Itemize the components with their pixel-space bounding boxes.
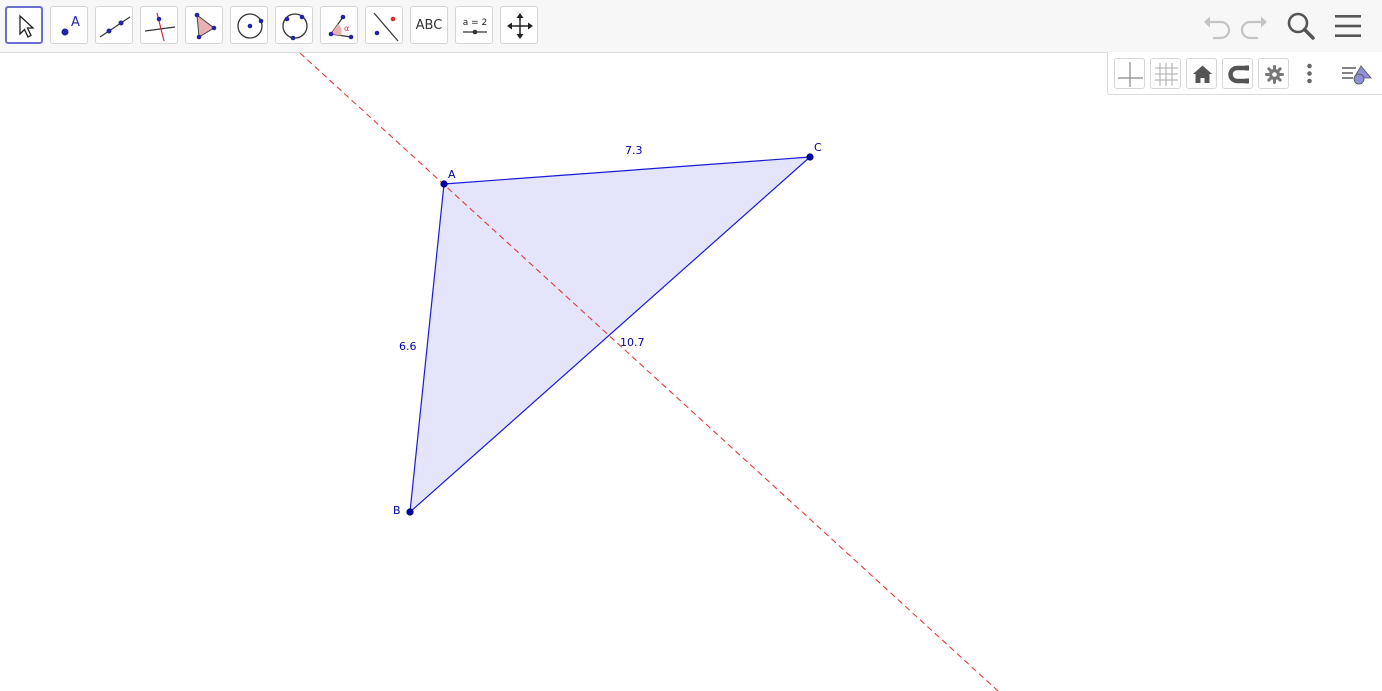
- perpendicular-bisector-line[interactable]: [299, 53, 999, 691]
- grid-icon: [1155, 63, 1178, 86]
- standard-view-button[interactable]: [1186, 58, 1217, 89]
- move-tool-button[interactable]: [5, 6, 43, 44]
- slider-tool-label: a = 2: [463, 18, 488, 28]
- cursor-arrow-icon: [19, 14, 35, 38]
- circle-center-icon: [237, 13, 264, 39]
- search-icon: [1287, 12, 1315, 40]
- point-tool-glyph: A: [71, 15, 80, 30]
- toggle-axes-button[interactable]: [1114, 58, 1145, 89]
- more-vertical-icon: [1307, 63, 1312, 84]
- main-menu-button[interactable]: [1330, 8, 1366, 44]
- slider-icon: a = 2: [463, 18, 488, 35]
- text-icon: ABC: [415, 17, 443, 33]
- angle-tool-button[interactable]: α: [320, 6, 358, 44]
- axes-icon: [1118, 62, 1143, 87]
- main-toolbar: A α ABC a = 2: [0, 0, 1382, 53]
- reflect-about-line-icon: [373, 12, 399, 42]
- perpendicular-tool-button[interactable]: [140, 6, 178, 44]
- reflect-tool-button[interactable]: [365, 6, 403, 44]
- move-graphics-tool-button[interactable]: [500, 6, 538, 44]
- triangle-abc[interactable]: [409, 156, 812, 514]
- style-bar-toggle-button[interactable]: [1340, 58, 1372, 89]
- point-c[interactable]: [806, 153, 814, 161]
- text-tool-button[interactable]: ABC: [410, 6, 448, 44]
- circle-center-tool-button[interactable]: [230, 6, 268, 44]
- redo-icon: [1240, 16, 1267, 40]
- graphics-settings-button[interactable]: [1258, 58, 1289, 89]
- redo-button[interactable]: [1236, 8, 1272, 44]
- slider-tool-button[interactable]: a = 2: [455, 6, 493, 44]
- home-icon: [1193, 65, 1212, 83]
- side-bc-length-label: 10.7: [620, 336, 645, 349]
- graphics-style-bar: [1107, 52, 1382, 95]
- point-a[interactable]: [440, 180, 448, 188]
- point-icon: A: [61, 15, 80, 36]
- point-tool-button[interactable]: A: [50, 6, 88, 44]
- angle-icon: α: [328, 14, 354, 40]
- point-b[interactable]: [406, 508, 414, 516]
- line-through-points-icon: [99, 16, 131, 38]
- undo-button[interactable]: [1199, 8, 1235, 44]
- hamburger-menu-icon: [1335, 15, 1361, 37]
- polygon-icon: [194, 12, 217, 40]
- magnet-icon: [1228, 65, 1249, 84]
- circle-three-points-icon: [282, 13, 308, 41]
- style-bar-toggle-icon: [1342, 65, 1372, 85]
- point-b-label: B: [393, 504, 401, 517]
- point-capturing-button[interactable]: [1222, 58, 1253, 89]
- angle-tool-glyph: α: [344, 24, 349, 33]
- undo-icon: [1204, 16, 1231, 40]
- side-ac-length-label: 7.3: [625, 144, 643, 157]
- gear-icon: [1265, 65, 1284, 84]
- line-tool-button[interactable]: [95, 6, 133, 44]
- point-a-label: A: [448, 168, 456, 181]
- graphics-view[interactable]: A B C 7.3 6.6 10.7: [0, 53, 1382, 691]
- polygon-tool-button[interactable]: [185, 6, 223, 44]
- toggle-grid-button[interactable]: [1150, 58, 1181, 89]
- more-options-button[interactable]: [1294, 58, 1325, 89]
- search-button[interactable]: [1283, 8, 1319, 44]
- circle-three-points-tool-button[interactable]: [275, 6, 313, 44]
- point-c-label: C: [814, 141, 822, 154]
- side-ab-length-label: 6.6: [399, 340, 417, 353]
- perpendicular-line-icon: [144, 12, 176, 42]
- move-graphics-view-icon: [507, 13, 533, 39]
